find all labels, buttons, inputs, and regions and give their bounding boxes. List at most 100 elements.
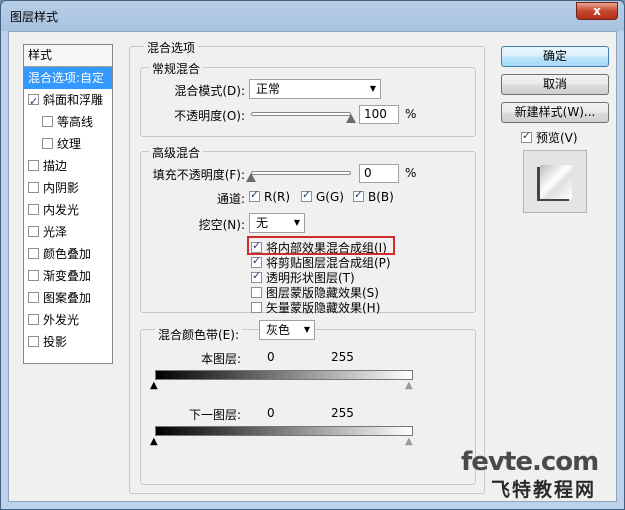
style-checkbox[interactable] (28, 182, 39, 193)
styles-list-header[interactable]: 样式 (24, 45, 112, 67)
style-list-item[interactable]: 内发光 (24, 199, 112, 221)
watermark-domain: fevte.com (461, 447, 599, 477)
underlying-layer-white-stop[interactable]: ▲ (405, 436, 413, 447)
style-list-item-label: 内阴影 (43, 181, 80, 195)
style-list-item-label: 描边 (43, 159, 68, 173)
opacity-slider[interactable] (251, 112, 351, 116)
this-layer-max: 255 (331, 350, 354, 364)
advanced-option-checkbox[interactable] (251, 269, 262, 283)
channels-label: 通道: (216, 192, 245, 206)
advanced-option-checkbox[interactable] (251, 254, 262, 268)
advanced-option-row[interactable]: 矢量蒙版隐藏效果(H) (251, 299, 380, 316)
underlying-layer-max: 255 (331, 406, 354, 420)
fill-opacity-label: 填充不透明度(F): (152, 168, 245, 182)
advanced-blending-title: 高级混合 (149, 144, 204, 161)
style-checkbox[interactable] (28, 160, 39, 171)
channel-label: B(B) (368, 190, 394, 204)
fill-opacity-slider[interactable] (251, 171, 351, 175)
knockout-value: 无 (256, 216, 269, 230)
opacity-input[interactable]: 100 (359, 105, 399, 124)
style-checkbox[interactable] (28, 336, 39, 347)
styles-list-items: 混合选项:自定斜面和浮雕等高线纹理描边内阴影内发光光泽颜色叠加渐变叠加图案叠加外… (24, 67, 112, 353)
style-list-item-label: 外发光 (43, 313, 80, 327)
style-list-item-label: 纹理 (57, 137, 82, 151)
advanced-option-label: 透明形状图层(T) (266, 271, 355, 285)
chevron-down-icon: ▼ (303, 325, 310, 334)
style-checkbox[interactable] (28, 226, 39, 237)
channel-checkbox[interactable] (353, 188, 364, 202)
style-checkbox[interactable] (28, 91, 39, 113)
cancel-button[interactable]: 取消 (501, 74, 609, 95)
channel-label: G(G) (316, 190, 344, 204)
style-list-item[interactable]: 等高线 (24, 111, 112, 133)
preview-label: 预览(V) (536, 131, 578, 145)
blend-if-value: 灰色 (266, 323, 291, 337)
channel-checkbox-row[interactable]: R(R) (249, 188, 290, 204)
style-list-item[interactable]: 投影 (24, 331, 112, 353)
underlying-layer-label: 下一图层: (188, 408, 241, 422)
style-list-item[interactable]: 光泽 (24, 221, 112, 243)
dialog-title: 图层样式 (10, 10, 59, 24)
advanced-option-checkbox[interactable] (251, 287, 262, 298)
knockout-dropdown[interactable]: 无 ▼ (249, 213, 305, 233)
this-layer-black-stop[interactable]: ▲ (150, 380, 158, 391)
style-list-item-label: 光泽 (43, 225, 68, 239)
preview-checkbox-row[interactable]: 预览(V) (521, 129, 578, 146)
highlight-box (247, 236, 395, 255)
blend-mode-label: 混合模式(D): (174, 84, 245, 98)
preview-checkbox[interactable] (521, 129, 532, 143)
style-list-item[interactable]: 混合选项:自定 (24, 67, 112, 89)
style-checkbox[interactable] (42, 138, 53, 149)
opacity-slider-thumb[interactable] (346, 114, 356, 123)
channel-checkbox[interactable] (249, 188, 260, 202)
channels-checkboxes: R(R) G(G) B(B) (249, 188, 449, 206)
style-checkbox[interactable] (42, 116, 53, 127)
general-blending-title: 常规混合 (149, 60, 204, 77)
style-checkbox[interactable] (28, 248, 39, 259)
underlying-layer-black-stop[interactable]: ▲ (150, 436, 158, 447)
blending-options-group: 混合选项 常规混合 混合模式(D): 正常 ▼ 不透明度(O): 100 % 高… (129, 39, 485, 494)
chevron-down-icon: ▼ (293, 218, 300, 227)
style-checkbox[interactable] (28, 292, 39, 303)
this-layer-white-stop[interactable]: ▲ (405, 380, 413, 391)
fill-opacity-input[interactable]: 0 (359, 164, 399, 183)
style-list-item[interactable]: 斜面和浮雕 (24, 89, 112, 113)
channel-checkbox[interactable] (301, 188, 312, 202)
channel-checkbox-row[interactable]: B(B) (353, 188, 394, 204)
style-checkbox[interactable] (28, 204, 39, 215)
style-list-item-label: 颜色叠加 (43, 247, 92, 261)
advanced-blending-group: 高级混合 填充不透明度(F): 0 % 通道: R(R) G(G) B(B) 挖空(… (140, 144, 476, 316)
style-list-item[interactable]: 描边 (24, 155, 112, 177)
this-layer-min: 0 (267, 350, 275, 364)
blend-mode-dropdown[interactable]: 正常 ▼ (249, 79, 381, 99)
style-checkbox[interactable] (28, 314, 39, 325)
style-list-item[interactable]: 内阴影 (24, 177, 112, 199)
underlying-layer-gradient (155, 426, 413, 436)
style-list-item[interactable]: 图案叠加 (24, 287, 112, 309)
style-list-item[interactable]: 纹理 (24, 133, 112, 155)
advanced-option-checkbox[interactable] (251, 302, 262, 313)
style-checkbox[interactable] (28, 270, 39, 281)
general-blending-group: 常规混合 混合模式(D): 正常 ▼ 不透明度(O): 100 % (140, 60, 476, 137)
style-list-item[interactable]: 颜色叠加 (24, 243, 112, 265)
channel-checkbox-row[interactable]: G(G) (301, 188, 344, 204)
ok-button[interactable]: 确定 (501, 46, 609, 67)
fill-opacity-unit: % (405, 166, 417, 180)
style-list-item[interactable]: 外发光 (24, 309, 112, 331)
style-list-item-label: 渐变叠加 (43, 269, 92, 283)
advanced-option-label: 矢量蒙版隐藏效果(H) (266, 301, 381, 315)
fill-opacity-slider-thumb[interactable] (246, 173, 256, 182)
underlying-layer-min: 0 (267, 406, 275, 420)
chevron-down-icon: ▼ (369, 84, 376, 93)
title-bar[interactable]: 图层样式 x (1, 1, 624, 31)
style-list-item-label: 等高线 (57, 115, 94, 129)
new-style-button[interactable]: 新建样式(W)... (501, 102, 609, 123)
style-preview-thumbnail (523, 150, 587, 213)
close-button[interactable]: x (576, 2, 618, 20)
blend-mode-value: 正常 (256, 82, 281, 96)
preview-swatch (540, 165, 572, 199)
opacity-unit: % (405, 107, 417, 121)
style-list-item[interactable]: 渐变叠加 (24, 265, 112, 287)
blend-if-dropdown[interactable]: 灰色 ▼ (259, 320, 315, 340)
watermark-site-name: 飞特教程网 (491, 479, 597, 501)
